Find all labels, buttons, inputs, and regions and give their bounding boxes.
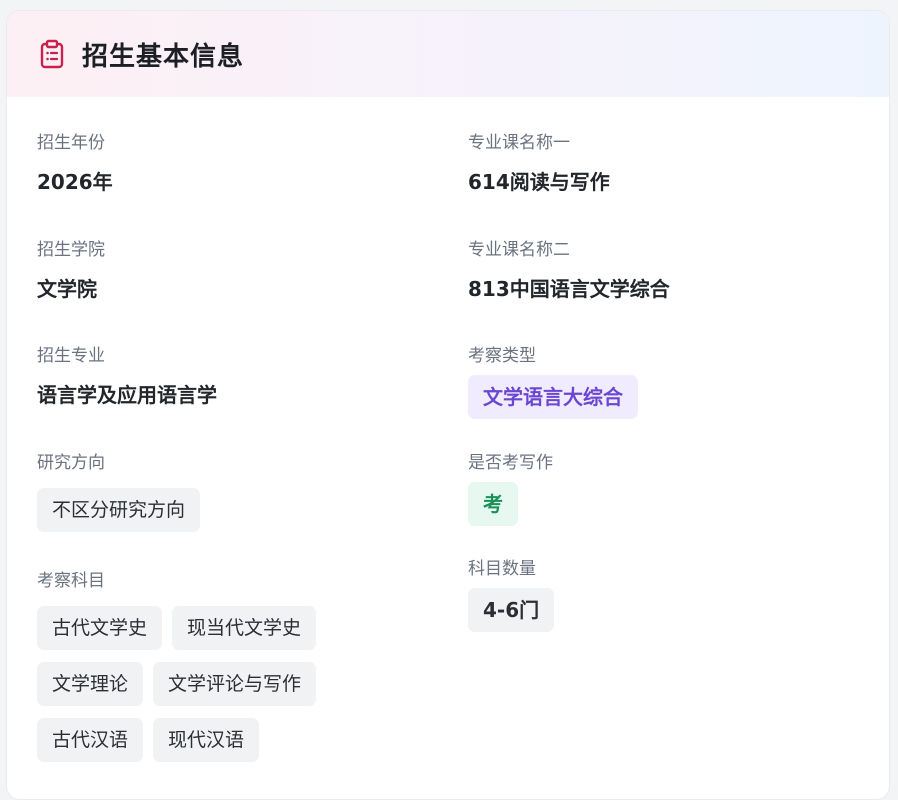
field-label: 招生年份 xyxy=(37,133,105,153)
subjects-tag-list: 古代文学史 现当代文学史 文学理论 文学评论与写作 古代汉语 现代汉语 xyxy=(37,606,317,762)
field-label: 研究方向 xyxy=(37,453,105,473)
field-label: 招生专业 xyxy=(37,346,105,366)
subject-tag: 文学评论与写作 xyxy=(153,662,317,706)
field-label: 科目数量 xyxy=(468,559,536,579)
exam-type-badge: 文学语言大综合 xyxy=(468,375,638,419)
writing-badge: 考 xyxy=(468,482,518,526)
field-direction: 研究方向 不区分研究方向 xyxy=(37,452,201,532)
subject-tag: 现当代文学史 xyxy=(172,606,317,650)
field-writing: 是否考写作 考 xyxy=(468,452,553,526)
field-value: 语言学及应用语言学 xyxy=(37,383,217,407)
subject-tag: 文学理论 xyxy=(37,662,144,706)
field-count: 科目数量 4-6门 xyxy=(468,558,555,632)
direction-tag: 不区分研究方向 xyxy=(37,488,201,532)
subject-tag: 现代汉语 xyxy=(153,718,260,762)
field-course2: 专业课名称二 813中国语言文学综合 xyxy=(468,239,670,302)
card-header: 招生基本信息 xyxy=(7,11,889,97)
page-title: 招生基本信息 xyxy=(82,41,245,72)
field-value: 813中国语言文学综合 xyxy=(468,277,670,301)
field-value: 文学院 xyxy=(37,277,97,301)
field-year: 招生年份 2026年 xyxy=(37,132,113,195)
count-badge: 4-6门 xyxy=(468,588,555,632)
field-exam-type: 考察类型 文学语言大综合 xyxy=(468,345,638,419)
field-college: 招生学院 文学院 xyxy=(37,239,105,302)
subject-tag: 古代汉语 xyxy=(37,718,144,762)
field-value: 2026年 xyxy=(37,170,113,194)
field-label: 考察类型 xyxy=(468,346,536,366)
field-value: 614阅读与写作 xyxy=(468,170,610,194)
field-label: 是否考写作 xyxy=(468,453,553,473)
field-label: 专业课名称一 xyxy=(468,133,570,153)
field-label: 专业课名称二 xyxy=(468,240,570,260)
field-major: 招生专业 语言学及应用语言学 xyxy=(37,345,217,408)
field-label: 招生学院 xyxy=(37,240,105,260)
info-card: 招生基本信息 招生年份 2026年 招生学院 文学院 招生专业 语言学及应用语言… xyxy=(6,10,890,800)
field-course1: 专业课名称一 614阅读与写作 xyxy=(468,132,610,195)
field-subjects: 考察科目 古代文学史 现当代文学史 文学理论 文学评论与写作 古代汉语 现代汉语 xyxy=(37,570,317,774)
clipboard-icon xyxy=(38,39,66,69)
field-label: 考察科目 xyxy=(37,571,105,591)
subject-tag: 古代文学史 xyxy=(37,606,163,650)
